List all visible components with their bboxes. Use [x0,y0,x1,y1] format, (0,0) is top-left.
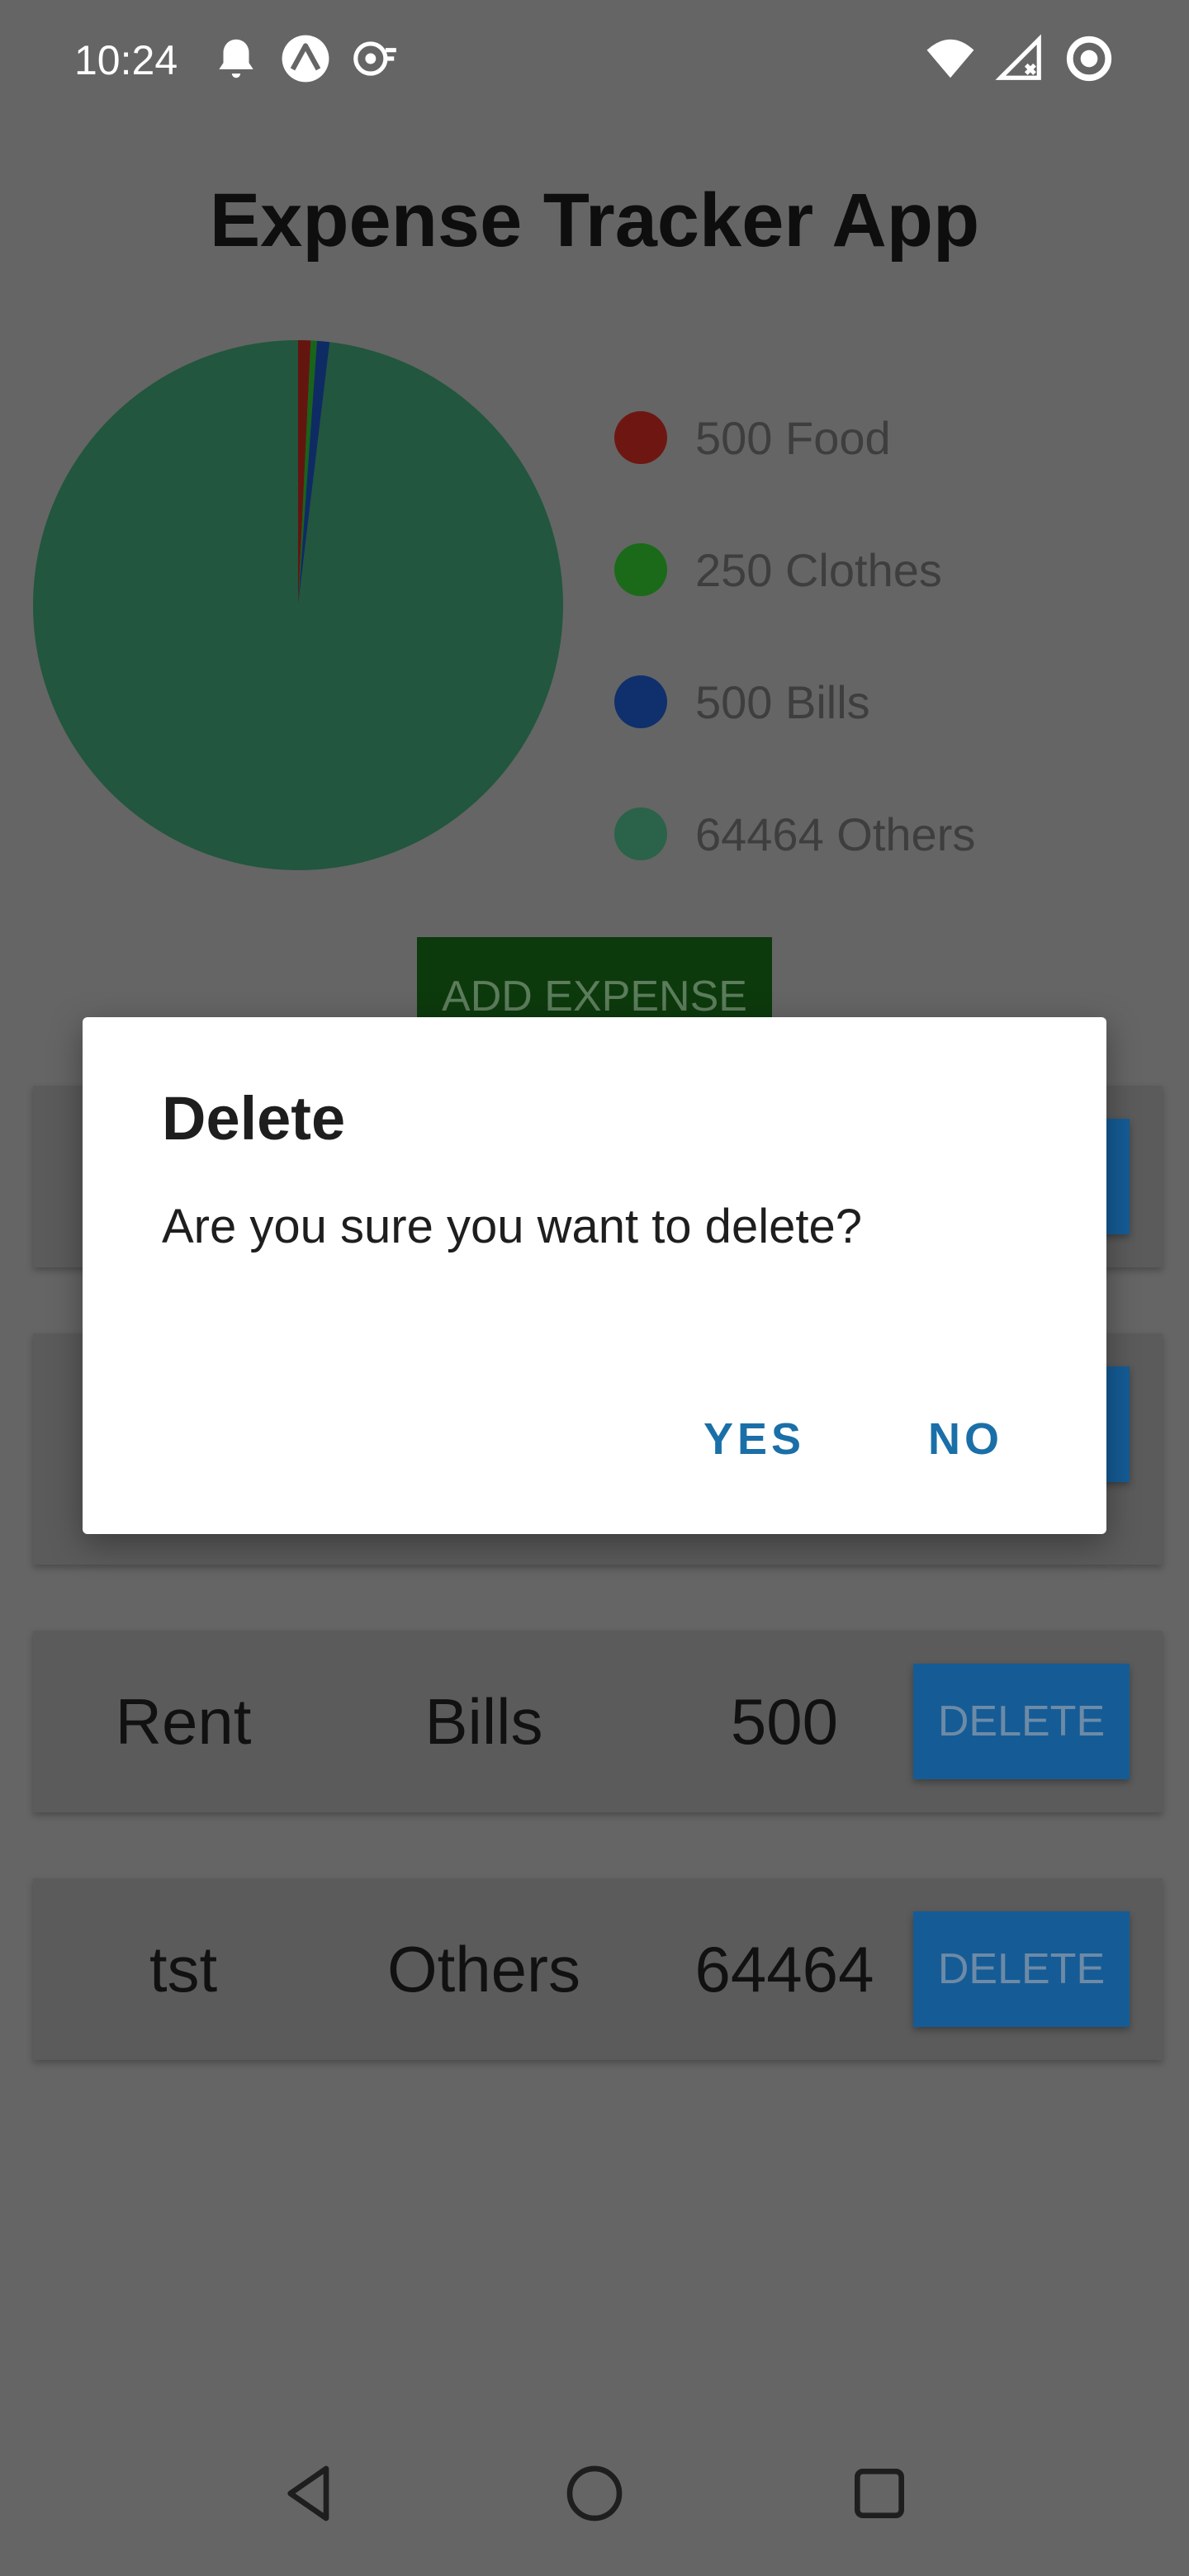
legend-item-food: 500 Food [614,372,975,504]
delete-button[interactable]: DELETE [913,1911,1130,2027]
status-icons-right [925,33,1115,84]
legend-dot-food [614,411,667,464]
legend-label-bills: 500 Bills [695,675,870,728]
expense-row-rent: Rent Bills 500 DELETE [33,1631,1163,1812]
back-icon[interactable] [277,2460,343,2526]
status-icons-left [211,33,400,84]
settings-icon [353,41,396,76]
chart-legend: 500 Food 250 Clothes 500 Bills 64464 Oth… [614,372,975,900]
home-icon[interactable] [561,2460,628,2526]
expense-amount: 64464 [694,1932,874,2005]
expo-icon [282,35,329,83]
dialog-message: Are you sure you want to delete? [162,1200,862,1253]
delete-dialog: Delete Are you sure you want to delete? … [83,1017,1106,1534]
delete-button[interactable]: DELETE [913,1664,1130,1779]
legend-item-clothes: 250 Clothes [614,504,975,636]
status-time: 10:24 [74,37,178,83]
expense-category: Bills [424,1684,543,1758]
expense-pie-chart [33,340,563,870]
pie-scrim [33,340,563,870]
yes-button[interactable]: YES [703,1413,805,1465]
expense-amount: 500 [730,1684,839,1758]
expense-name: Rent [115,1684,252,1758]
recents-icon[interactable] [846,2460,912,2526]
battery-icon [1066,36,1112,82]
signal-icon [995,34,1041,80]
notification-bell-icon [219,39,253,78]
status-bar: 10:24 [0,0,1189,124]
legend-label-clothes: 250 Clothes [695,543,942,596]
legend-label-food: 500 Food [695,411,891,464]
navigation-bar [0,2444,1189,2559]
legend-item-bills: 500 Bills [614,636,975,768]
legend-label-others: 64464 Others [695,807,976,860]
no-button[interactable]: NO [928,1413,1003,1465]
legend-dot-clothes [614,543,667,596]
app-title: Expense Tracker App [209,178,980,263]
legend-dot-others [614,807,667,860]
expense-name: tst [149,1932,218,2005]
wifi-icon [926,39,974,78]
expense-category: Others [386,1932,581,2005]
legend-item-others: 64464 Others [614,768,975,900]
expense-row-tst: tst Others 64464 DELETE [33,1878,1163,2060]
legend-dot-bills [614,675,667,728]
dialog-title: Delete [162,1084,346,1153]
